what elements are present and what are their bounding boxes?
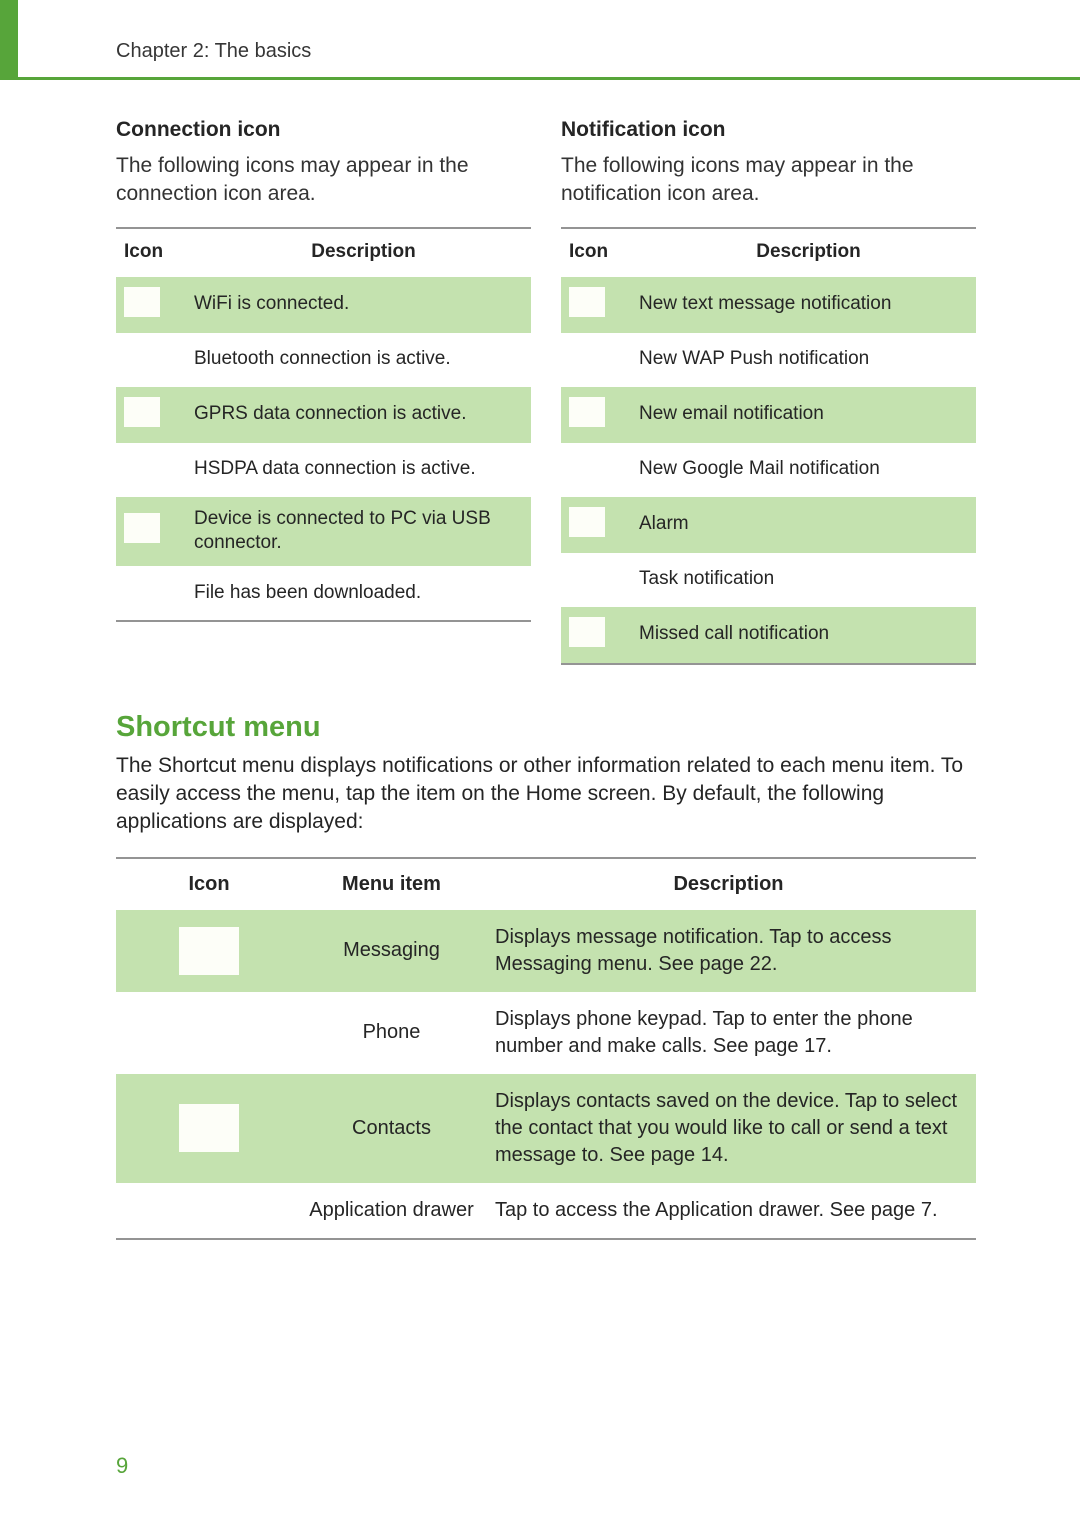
two-column-layout: Connection icon The following icons may … xyxy=(116,108,976,665)
desc-cell: New email notification xyxy=(639,402,968,427)
connection-heading: Connection icon xyxy=(116,118,531,142)
menu-cell: Phone xyxy=(294,1021,489,1044)
menu-cell: Application drawer xyxy=(294,1199,489,1222)
desc-cell: New WAP Push notification xyxy=(639,347,968,372)
usb-icon xyxy=(124,513,160,543)
desc-cell: New Google Mail notification xyxy=(639,457,968,482)
desc-cell: HSDPA data connection is active. xyxy=(194,457,523,482)
table-row: New Google Mail notification xyxy=(561,443,976,497)
icon-cell xyxy=(124,1104,294,1152)
page-header: Chapter 2: The basics xyxy=(116,40,990,80)
icon-cell xyxy=(124,513,194,549)
desc-cell: Device is connected to PC via USB connec… xyxy=(194,507,523,556)
messaging-icon xyxy=(179,927,239,975)
table-row: File has been downloaded. xyxy=(116,566,531,620)
desc-cell: Missed call notification xyxy=(639,622,968,647)
table-row: Device is connected to PC via USB connec… xyxy=(116,497,531,566)
page-number: 9 xyxy=(116,1453,128,1479)
page-content: Connection icon The following icons may … xyxy=(116,108,976,1240)
col-icon: Icon xyxy=(124,241,204,263)
icon-cell xyxy=(124,927,294,975)
chapter-label: Chapter 2: The basics xyxy=(116,40,990,71)
col-description: Description xyxy=(204,241,523,263)
contacts-icon xyxy=(179,1104,239,1152)
table-row: GPRS data connection is active. xyxy=(116,387,531,443)
col-icon: Icon xyxy=(124,873,294,896)
desc-cell: Displays phone keypad. Tap to enter the … xyxy=(489,1006,968,1060)
table-row: Messaging Displays message notification.… xyxy=(116,910,976,992)
col-icon: Icon xyxy=(569,241,649,263)
menu-cell: Messaging xyxy=(294,939,489,962)
table-row: WiFi is connected. xyxy=(116,277,531,333)
desc-cell: Tap to access the Application drawer. Se… xyxy=(489,1197,968,1224)
sms-icon xyxy=(569,287,605,317)
table-row: Alarm xyxy=(561,497,976,553)
col-menu: Menu item xyxy=(294,873,489,896)
table-row: Missed call notification xyxy=(561,607,976,663)
connection-table: Icon Description WiFi is connected. Blue… xyxy=(116,227,531,622)
email-icon xyxy=(569,397,605,427)
alarm-icon xyxy=(569,507,605,537)
shortcut-table: Icon Menu item Description Messaging Dis… xyxy=(116,857,976,1240)
table-row: Task notification xyxy=(561,553,976,607)
desc-cell: Alarm xyxy=(639,512,968,537)
desc-cell: GPRS data connection is active. xyxy=(194,402,523,427)
side-accent-bar xyxy=(0,0,18,80)
table-head: Icon Menu item Description xyxy=(116,859,976,910)
notification-table: Icon Description New text message notifi… xyxy=(561,227,976,665)
shortcut-body: The Shortcut menu displays notifications… xyxy=(116,752,976,837)
table-head: Icon Description xyxy=(561,229,976,277)
shortcut-heading: Shortcut menu xyxy=(116,711,976,744)
header-rule xyxy=(0,77,1080,80)
table-row: HSDPA data connection is active. xyxy=(116,443,531,497)
table-row: New email notification xyxy=(561,387,976,443)
table-row: New text message notification xyxy=(561,277,976,333)
notification-intro: The following icons may appear in the no… xyxy=(561,152,976,209)
desc-cell: Bluetooth connection is active. xyxy=(194,347,523,372)
table-row: Phone Displays phone keypad. Tap to ente… xyxy=(116,992,976,1074)
notification-heading: Notification icon xyxy=(561,118,976,142)
icon-cell xyxy=(569,397,639,433)
connection-column: Connection icon The following icons may … xyxy=(116,108,531,665)
icon-cell xyxy=(569,507,639,543)
icon-cell xyxy=(569,287,639,323)
wifi-icon xyxy=(124,287,160,317)
col-description: Description xyxy=(489,873,968,896)
menu-cell: Contacts xyxy=(294,1117,489,1140)
gprs-icon xyxy=(124,397,160,427)
notification-column: Notification icon The following icons ma… xyxy=(561,108,976,665)
table-head: Icon Description xyxy=(116,229,531,277)
connection-intro: The following icons may appear in the co… xyxy=(116,152,531,209)
desc-cell: Displays message notification. Tap to ac… xyxy=(489,924,968,978)
table-row: Contacts Displays contacts saved on the … xyxy=(116,1074,976,1183)
icon-cell xyxy=(124,397,194,433)
table-row: New WAP Push notification xyxy=(561,333,976,387)
icon-cell xyxy=(569,617,639,653)
col-description: Description xyxy=(649,241,968,263)
desc-cell: New text message notification xyxy=(639,292,968,317)
table-row: Bluetooth connection is active. xyxy=(116,333,531,387)
desc-cell: Displays contacts saved on the device. T… xyxy=(489,1088,968,1169)
table-row: Application drawer Tap to access the App… xyxy=(116,1183,976,1238)
desc-cell: File has been downloaded. xyxy=(194,581,523,606)
desc-cell: WiFi is connected. xyxy=(194,292,523,317)
icon-cell xyxy=(124,287,194,323)
desc-cell: Task notification xyxy=(639,567,968,592)
missed-call-icon xyxy=(569,617,605,647)
